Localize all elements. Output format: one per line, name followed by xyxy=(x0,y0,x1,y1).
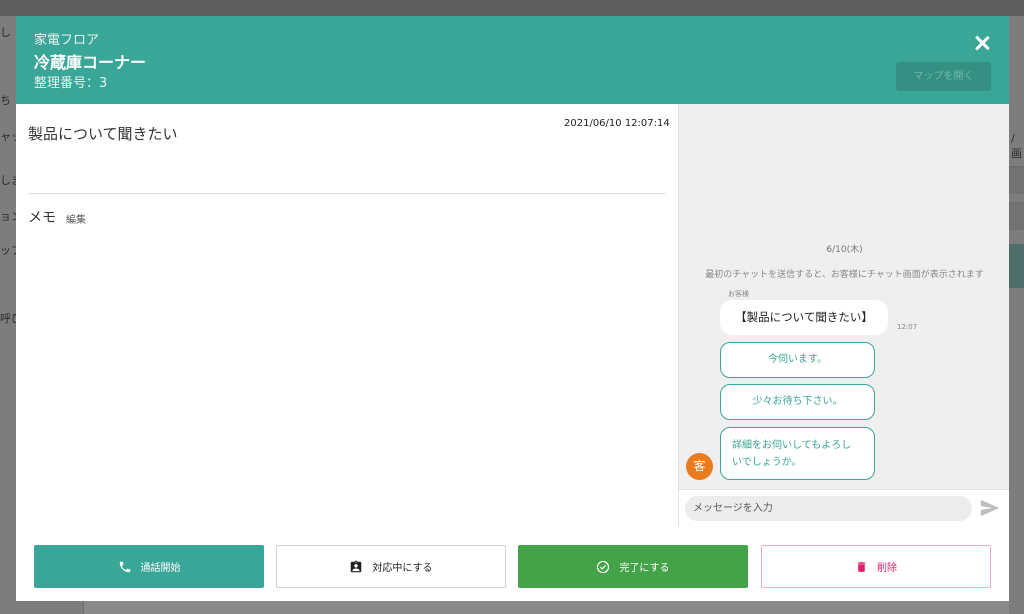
background-right-text: /画 xyxy=(1011,132,1022,160)
chat-panel: 6/10(木) 最初のチャットを送信すると、お客様にチャット画面が表示されます … xyxy=(678,104,1009,526)
chat-notice: 最初のチャットを送信すると、お客様にチャット画面が表示されます xyxy=(705,270,984,280)
background-row xyxy=(1009,166,1024,194)
phone-icon xyxy=(119,561,130,572)
open-map-button[interactable]: マップを開く xyxy=(896,62,991,91)
background-sidebar-text: し xyxy=(0,26,11,39)
divider xyxy=(28,193,665,194)
quick-reply-button[interactable]: 詳細をお伺いしてもよろし いでしょうか。 xyxy=(720,427,875,480)
background-sidebar-text: ち xyxy=(0,94,11,107)
background-row-selected xyxy=(1009,244,1024,288)
mark-complete-label: 完了にする xyxy=(619,563,670,574)
delete-label: 削除 xyxy=(877,563,897,574)
floor-label: 家電フロア xyxy=(34,33,100,48)
detail-modal: 家電フロア 冷蔵庫コーナー 整理番号：3 マップを開く 製品について聞きたい 2… xyxy=(16,16,1009,601)
inquiry-subject: 製品について聞きたい xyxy=(28,125,178,143)
sender-label: お客様 xyxy=(728,290,749,298)
memo-label: メモ xyxy=(28,210,56,226)
send-icon[interactable] xyxy=(979,498,1001,518)
detail-panel: 製品について聞きたい 2021/06/10 12:07:14 メモ 編集 xyxy=(16,104,678,526)
customer-message: 【製品について聞きたい】 xyxy=(720,300,888,335)
message-input[interactable] xyxy=(685,496,972,521)
background-right-column: /画 xyxy=(1009,16,1024,614)
trash-icon xyxy=(857,561,866,572)
quick-reply-button[interactable]: 少々お待ち下さい。 xyxy=(720,384,875,420)
close-icon[interactable] xyxy=(972,33,992,53)
check-circle-icon xyxy=(597,560,610,573)
background-row xyxy=(1009,202,1024,230)
mark-complete-button[interactable]: 完了にする xyxy=(518,545,748,588)
quick-reply-line: いでしょうか。 xyxy=(732,457,802,468)
ticket-number: 整理番号：3 xyxy=(34,76,108,91)
background-topbar xyxy=(0,0,1024,16)
message-time: 12:07 xyxy=(897,323,918,331)
quick-reply-line: 詳細をお伺いしてもよろし xyxy=(732,440,852,451)
modal-header: 家電フロア 冷蔵庫コーナー 整理番号：3 マップを開く xyxy=(16,16,1009,104)
start-call-label: 通話開始 xyxy=(140,563,181,574)
mark-in-progress-button[interactable]: 対応中にする xyxy=(276,545,506,588)
customer-avatar: 客 xyxy=(686,453,713,480)
chat-date: 6/10(木) xyxy=(826,245,863,255)
start-call-button[interactable]: 通話開始 xyxy=(34,545,264,588)
inquiry-timestamp: 2021/06/10 12:07:14 xyxy=(564,118,670,129)
delete-button[interactable]: 削除 xyxy=(761,545,991,588)
memo-edit-link[interactable]: 編集 xyxy=(66,211,86,226)
mark-in-progress-label: 対応中にする xyxy=(372,563,433,574)
quick-reply-button[interactable]: 今伺います。 xyxy=(720,342,875,378)
assignment-ind-icon xyxy=(351,560,362,572)
chat-input-bar xyxy=(679,489,1009,526)
corner-title: 冷蔵庫コーナー xyxy=(34,53,147,72)
